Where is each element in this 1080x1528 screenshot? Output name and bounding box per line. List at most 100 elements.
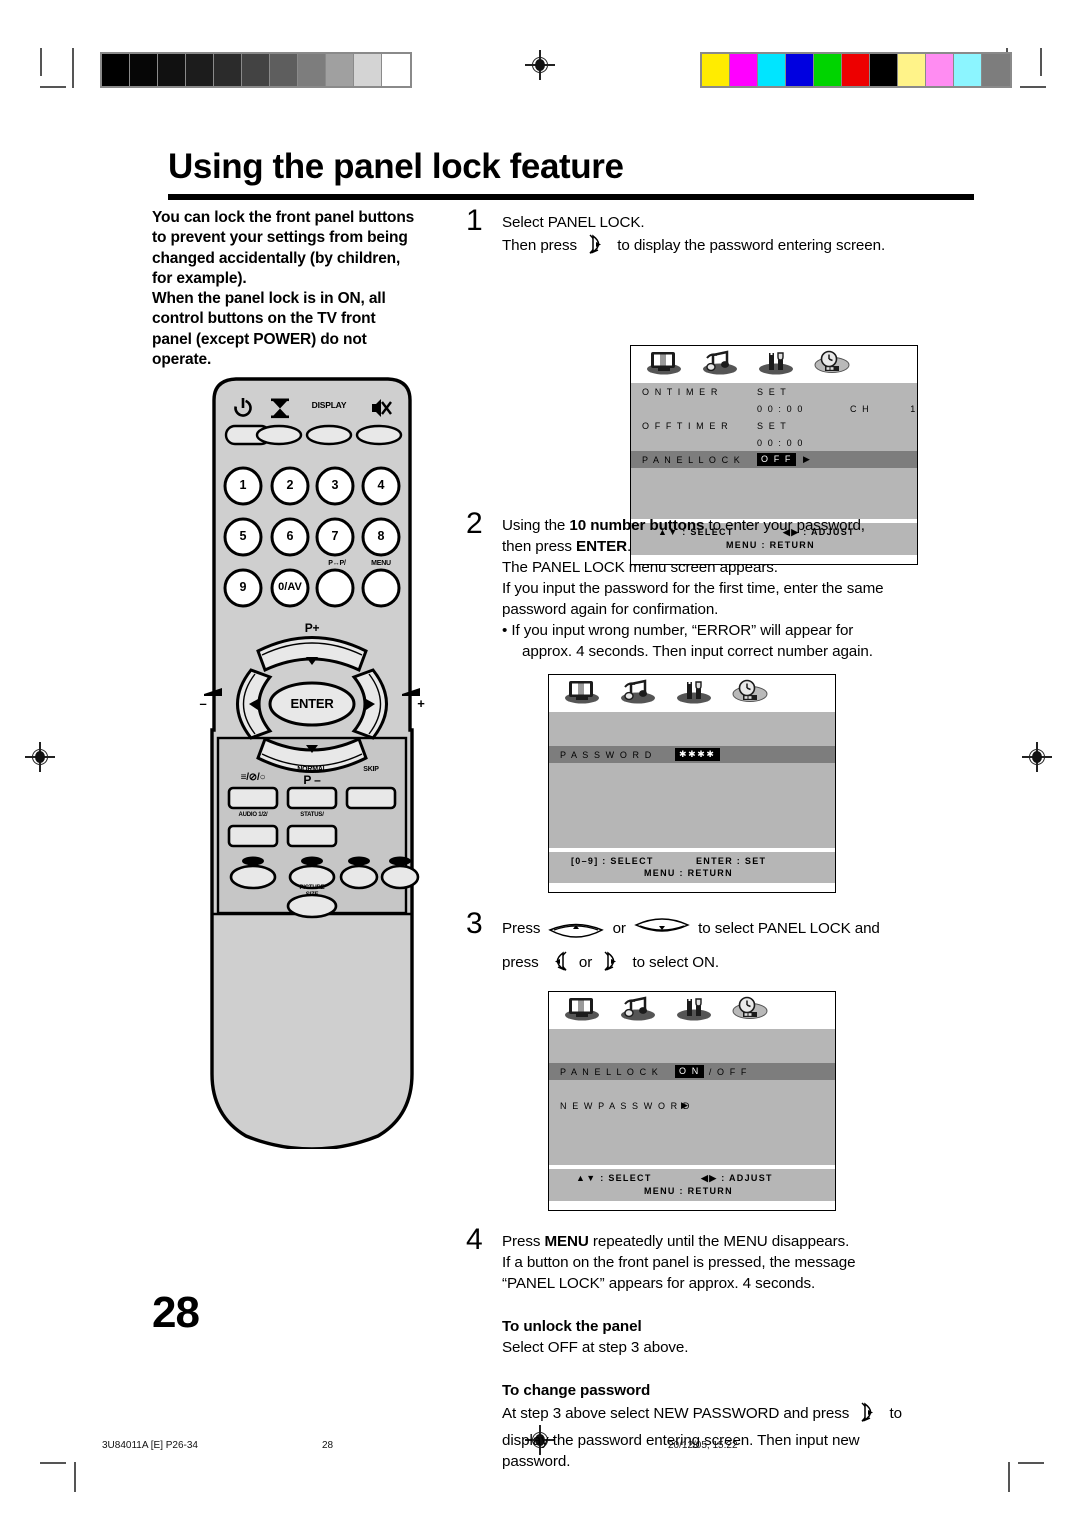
osd-row-off-timer-time[interactable]: 0 0 : 0 0 [631,434,917,451]
osd-value-off-timer-set: S E T [757,420,788,431]
step-3: 3 Press or to select PANEL LOCK and pres… [466,909,966,983]
registration-mark-left [25,742,55,772]
osd-row-new-password[interactable]: N E W P A S S W O R D ▶ [549,1097,835,1114]
sleep-timer-button[interactable] [255,424,303,446]
grayscale-calibration-strip [100,52,412,88]
timer-icon[interactable] [731,678,769,709]
osd-value-on-timer-set: S E T [757,386,788,397]
osd-blank-row [631,485,917,502]
osd-row-panel-lock[interactable]: P A N E L L O C K O F F ▶ [631,451,917,469]
osd-label-ch: C H [849,403,871,414]
sound-icon[interactable] [701,349,739,380]
step-2-frag-enter: ENTER [576,538,628,556]
normal-button[interactable] [286,786,338,810]
step-2-bullet-line-1: • If you input wrong number, “ERROR” wil… [502,622,854,640]
menu-button[interactable] [361,568,401,608]
osd-value-on-timer-time: 0 0 : 0 0 [757,403,804,414]
change-password-line-1: At step 3 above select NEW PASSWORD and … [502,1401,966,1429]
status-button[interactable] [286,824,338,848]
function-icon[interactable] [675,678,713,709]
osd-icon-row [549,992,835,1030]
remote-key-label-1: 1 [239,478,247,492]
color-key-yellow-marker [348,856,370,866]
remote-display-label: DISPLAY [311,400,347,410]
step-2-line-5: password again for confirmation. [502,601,719,619]
osd-row-password[interactable]: P A S S W O R D ✱✱✱✱ [549,746,835,764]
sound-icon[interactable] [619,995,657,1026]
step-3-frag-f: to select ON. [632,954,719,972]
osd-screen-panel-lock: P A N E L L O C K O N / O F F N E W P A … [548,991,836,1212]
osd-screen-1-body: O N T I M E R S E T 0 0 : 0 0 C H 1 O F … [631,383,917,520]
osd-row-on-timer[interactable]: O N T I M E R S E T [631,383,917,400]
color-key-yellow-button[interactable] [339,864,379,890]
remote-audio-label: AUDIO 1/2/ [238,812,268,818]
intro-line: panel (except POWER) do not [152,330,367,348]
osd-blank-row [549,1148,835,1165]
osd-bottom-band [549,883,835,893]
color-patch-0 [702,54,730,86]
osd-row-on-timer-time[interactable]: 0 0 : 0 0 C H 1 [631,400,917,417]
picture-size-button[interactable] [286,893,338,919]
mute-button[interactable] [355,424,403,446]
grayscale-patch-6 [270,54,298,86]
step-2-frag-e: . [627,538,632,556]
osd-label-new-password: N E W P A S S W O R D [560,1100,691,1111]
osd-screen-password: P A S S W O R D ✱✱✱✱ [0–9] : SELECT ENTE… [548,674,836,894]
osd-value-ch: 1 [910,403,917,414]
down-key-icon [633,918,691,949]
grayscale-patch-8 [326,54,354,86]
page-title-block: Using the panel lock feature [168,147,974,200]
remote-volume-up-label: + [417,696,425,711]
osd-icon-row [631,346,917,384]
osd-screen-2-footer: [0–9] : SELECT ENTER : SET MENU : RETURN [549,852,835,884]
remote-swap-label: P↔P/ [328,560,346,567]
teletext-mode-button[interactable] [227,786,279,810]
unlock-heading: To unlock the panel [502,1318,642,1336]
color-key-red-button[interactable] [229,864,277,890]
osd-label-password: P A S S W O R D [560,749,653,760]
osd-blank-row [549,1046,835,1063]
color-key-blue-button[interactable] [380,864,420,890]
remote-program-down-label: P – [303,773,321,787]
remote-key-label-9: 9 [239,580,247,594]
audio-select-button[interactable] [227,824,279,848]
osd-hint-enter-set: ENTER : SET [696,856,767,867]
osd-value-panel-lock-off: / O F F [708,1066,749,1077]
registration-mark-right [1022,742,1052,772]
intro-line: to prevent your settings from being [152,229,408,247]
osd-hint-select: ▲▼ : SELECT [576,1173,652,1184]
step-2-number: 2 [466,507,483,541]
grayscale-patch-10 [382,54,410,86]
color-patch-6 [870,54,898,86]
right-key-icon [584,233,610,261]
timer-icon[interactable] [813,349,851,380]
right-key-icon [856,1401,882,1429]
display-button[interactable] [305,424,353,446]
color-key-green-marker [301,856,323,866]
color-patch-3 [786,54,814,86]
function-icon[interactable] [757,349,795,380]
skip-button[interactable] [345,786,397,810]
osd-row-off-timer[interactable]: O F F T I M E R S E T [631,417,917,434]
picture-icon[interactable] [563,995,601,1026]
step-4-line-2: If a button on the front panel is presse… [502,1254,856,1272]
osd-blank-row [549,1029,835,1046]
osd-blank-row [549,814,835,831]
step-1: 1 Select PANEL LOCK. Then press to displ… [466,206,966,261]
picture-icon[interactable] [563,678,601,709]
step-2-line-4: If you input the password for the first … [502,580,884,598]
remote-body-svg [204,377,420,1149]
osd-row-panel-lock[interactable]: P A N E L L O C K O N / O F F [549,1063,835,1081]
function-icon[interactable] [675,995,713,1026]
sound-icon[interactable] [619,678,657,709]
color-key-red-marker [242,856,264,866]
osd-hint-return: MENU : RETURN [644,1186,733,1197]
timer-icon[interactable] [731,995,769,1026]
remote-key-label-6: 6 [286,529,294,543]
unlock-body: Select OFF at step 3 above. [502,1339,689,1357]
intro-line: for example). [152,269,247,287]
picture-icon[interactable] [645,349,683,380]
program-swap-button[interactable] [315,568,355,608]
step-1-number: 1 [466,204,483,237]
remote-picture-size-label-line2: SIZE [305,892,319,898]
